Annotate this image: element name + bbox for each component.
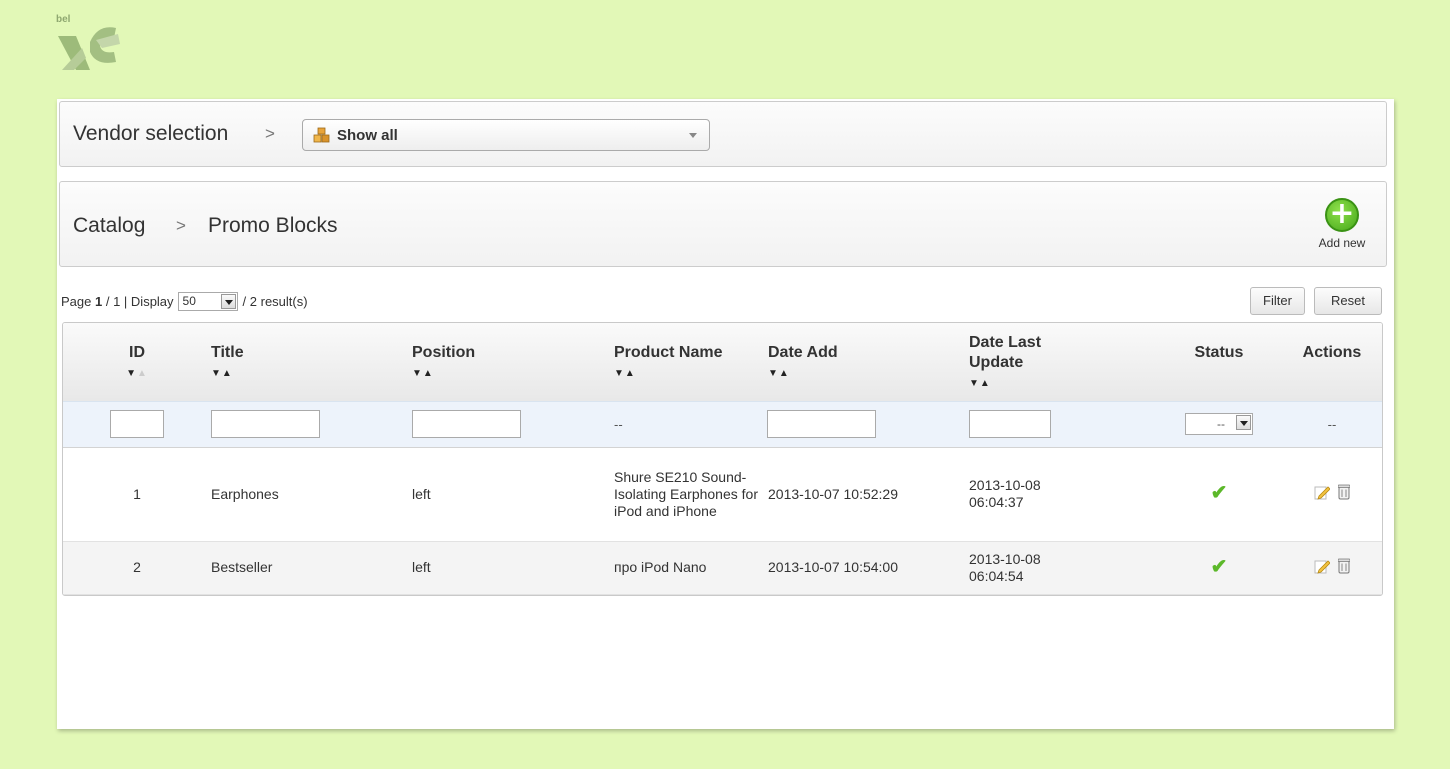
- cell-id: 2: [63, 541, 211, 595]
- add-new-label: Add new: [1318, 236, 1366, 250]
- filter-button[interactable]: Filter: [1250, 287, 1305, 315]
- page-prefix: Page: [61, 293, 92, 309]
- cell-date-update: 2013-10-08 06:04:37: [969, 447, 1158, 542]
- filter-status-select[interactable]: --: [1185, 413, 1253, 435]
- column-header-date-last-update: Date Last Update ▼▲: [969, 323, 1158, 401]
- pencil-icon[interactable]: [1314, 558, 1330, 574]
- logo-text: bel: [56, 14, 71, 25]
- cell-product-name: про iPod Nano: [614, 541, 767, 595]
- cell-product-name: Shure SE210 Sound-Isolating Earphones fo…: [614, 447, 767, 542]
- sort-arrows-icon[interactable]: ▼▲: [768, 368, 790, 379]
- page-title: Catalog: [73, 214, 146, 237]
- filter-actions-placeholder: --: [1327, 416, 1337, 432]
- column-header-title: Title ▼▲: [211, 323, 412, 401]
- dropdown-arrow-icon: [220, 293, 236, 309]
- filter-row: -- -- --: [63, 400, 1382, 448]
- cell-title: Bestseller: [211, 541, 412, 595]
- sort-arrows-icon[interactable]: ▼▲: [969, 378, 991, 389]
- filter-position-input[interactable]: [412, 410, 521, 438]
- filter-product-name-placeholder: --: [614, 416, 623, 432]
- filter-title-input[interactable]: [211, 410, 320, 438]
- pencil-icon[interactable]: [1314, 484, 1330, 500]
- cell-id: 1: [63, 447, 211, 542]
- per-page-value: 50: [182, 294, 196, 308]
- cell-position: left: [412, 541, 614, 595]
- logo-icon: [58, 27, 120, 70]
- per-page-select[interactable]: 50: [177, 291, 238, 311]
- dropdown-arrow-icon: [1236, 415, 1251, 430]
- chevron-down-icon: [689, 133, 697, 138]
- trash-icon[interactable]: [1338, 484, 1350, 500]
- table-row: 1 Earphones left Shure SE210 Sound-Isola…: [63, 447, 1382, 542]
- promo-blocks-table: ID ▼▲ Title ▼▲ Position ▼▲ Product Name …: [62, 322, 1383, 596]
- column-header-id: ID ▼▲: [63, 323, 211, 401]
- column-header-date-add: Date Add ▼▲: [767, 323, 969, 401]
- result-count: / 2 result(s): [242, 293, 308, 309]
- column-header-actions: Actions: [1280, 323, 1382, 401]
- column-header-position: Position ▼▲: [412, 323, 614, 401]
- table-row: 2 Bestseller left про iPod Nano 2013-10-…: [63, 541, 1382, 595]
- plus-circle-icon: +: [1325, 198, 1359, 232]
- filter-id-input[interactable]: [110, 410, 164, 438]
- pagination-info: Page 1 / 1 | Display 50 / 2 result(s): [61, 291, 308, 311]
- header-row: ID ▼▲ Title ▼▲ Position ▼▲ Product Name …: [63, 323, 1382, 401]
- sort-arrows-icon[interactable]: ▼▲: [412, 368, 434, 379]
- cell-date-add: 2013-10-07 10:52:29: [767, 447, 969, 542]
- breadcrumb-separator: >: [176, 216, 186, 235]
- sort-arrows-icon[interactable]: ▼▲: [211, 368, 233, 379]
- vendor-select[interactable]: Show all: [302, 119, 710, 151]
- vendor-select-value: Show all: [337, 126, 398, 144]
- page-subtitle: Promo Blocks: [208, 214, 338, 237]
- checkmark-icon[interactable]: ✔: [1211, 556, 1228, 578]
- trash-icon[interactable]: [1338, 558, 1350, 574]
- add-new-button[interactable]: + Add new: [1310, 198, 1374, 258]
- vendor-boxes-icon: [313, 127, 330, 143]
- column-header-product-name: Product Name ▼▲: [614, 323, 767, 401]
- column-header-status: Status: [1158, 323, 1280, 401]
- vendor-panel: Vendor selection > Show all: [59, 101, 1387, 167]
- page-total: / 1 | Display: [105, 293, 174, 309]
- reset-button[interactable]: Reset: [1314, 287, 1382, 315]
- logo: bel: [56, 14, 126, 90]
- sort-arrows-icon[interactable]: ▼▲: [614, 368, 636, 379]
- cell-date-update: 2013-10-08 06:04:54: [969, 541, 1158, 595]
- cell-position: left: [412, 447, 614, 542]
- main-card: Vendor selection > Show all Catalog > Pr…: [57, 99, 1394, 729]
- breadcrumb-separator: >: [265, 124, 275, 143]
- current-page: 1: [95, 293, 103, 309]
- catalog-panel: Catalog > Promo Blocks + Add new: [59, 181, 1387, 267]
- cell-title: Earphones: [211, 447, 412, 542]
- filter-date-add-input[interactable]: [767, 410, 876, 438]
- vendor-title: Vendor selection: [73, 122, 229, 145]
- checkmark-icon[interactable]: ✔: [1211, 482, 1228, 504]
- cell-date-add: 2013-10-07 10:54:00: [767, 541, 969, 595]
- filter-date-update-input[interactable]: [969, 410, 1051, 438]
- sort-arrows-icon[interactable]: ▼▲: [126, 368, 148, 379]
